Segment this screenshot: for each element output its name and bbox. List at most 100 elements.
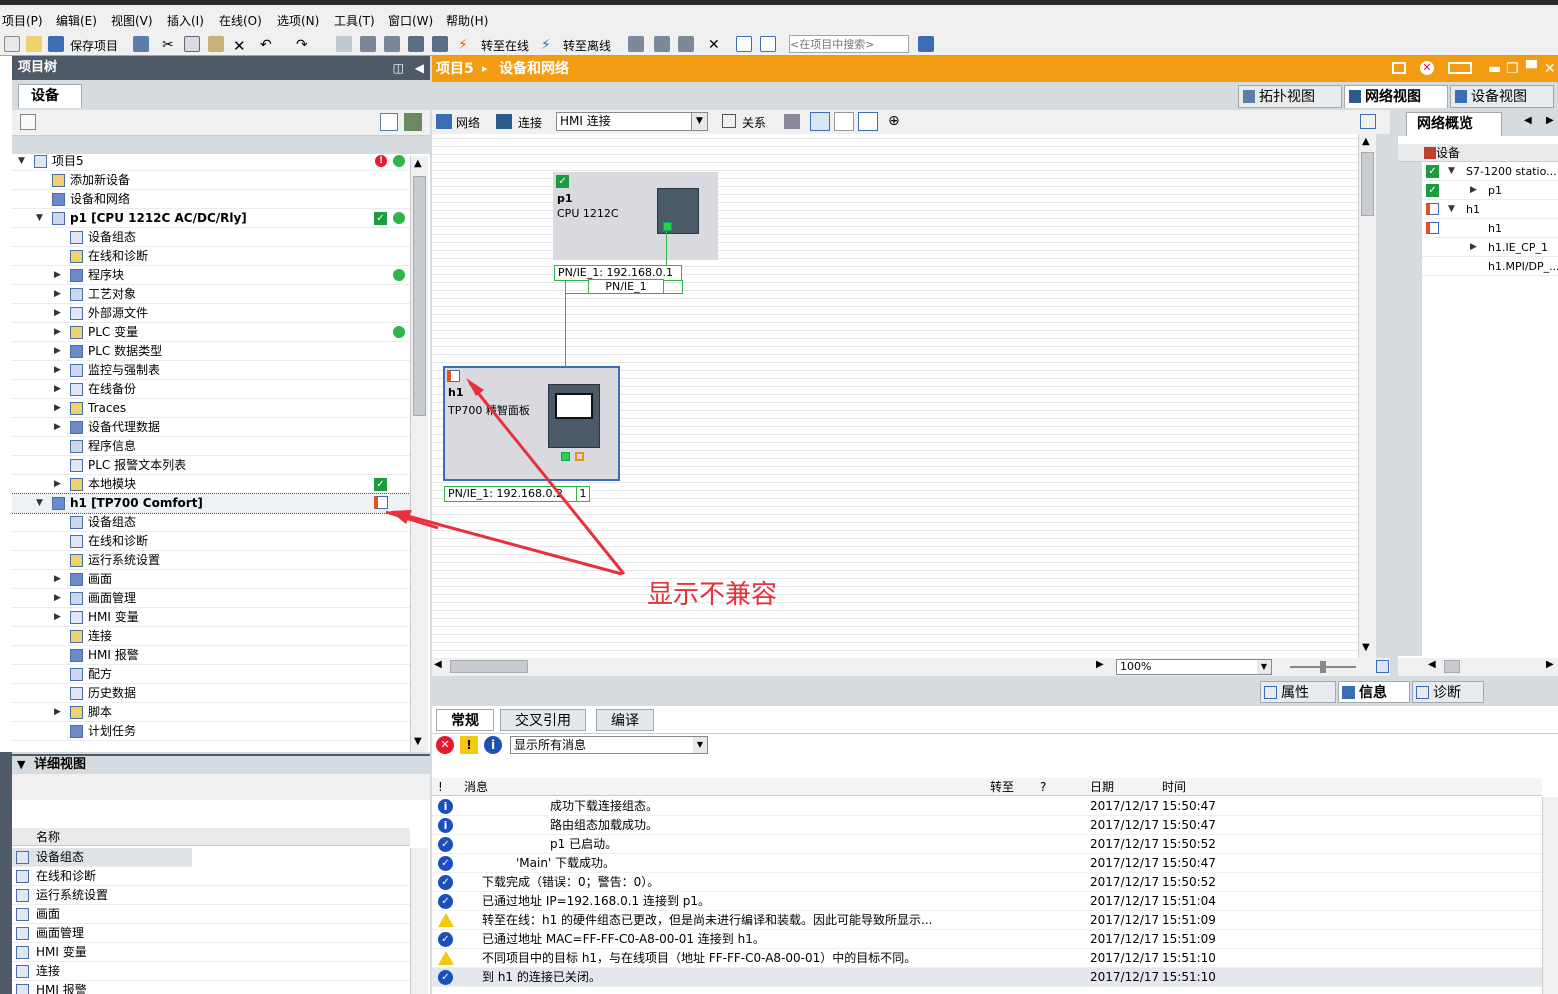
tree-item[interactable]: ▶ 本地模块 [12,475,410,494]
col-help[interactable]: ? [1040,778,1046,796]
subtab-cross-ref[interactable]: 交叉引用 [500,709,586,731]
overview-icon[interactable] [380,113,398,131]
chevron-down-icon[interactable]: ▼ [691,113,707,130]
chevron-right-icon[interactable]: ▶ [54,323,61,342]
detail-list-item[interactable]: 在线和诊断 [12,867,410,886]
tree-scrollbar[interactable]: ▲ ▼ [410,156,428,752]
relations-button[interactable]: 关系 [742,114,766,131]
connection-mode-icon[interactable] [496,114,512,129]
tab-topology-view[interactable]: 拓扑视图 [1238,85,1342,108]
tree-item[interactable]: 设备组态 [12,513,410,532]
new-project-icon[interactable] [4,36,20,52]
breadcrumb-project[interactable]: 项目5 [436,56,474,82]
relations-icon[interactable] [722,114,736,128]
tree-item[interactable]: 配方 [12,665,410,684]
scroll-up-icon[interactable]: ▲ [1362,136,1370,147]
zoom-icon[interactable]: ⊕ [888,113,900,129]
go-offline-button[interactable]: 转至离线 [563,37,611,54]
minimize-icon[interactable]: ▬ [1488,56,1501,82]
paste-icon[interactable] [208,36,224,52]
float-window-icon[interactable] [1392,62,1406,74]
download-icon[interactable] [360,36,376,52]
col-goto[interactable]: 转至 [990,778,1014,796]
split-vertical-icon[interactable] [760,36,776,52]
tree-item[interactable]: 在线和诊断 [12,532,410,551]
message-row[interactable]: ✓ 到 h1 的连接已关闭。 2017/12/17 15:51:10 [432,968,1542,987]
network-button[interactable]: 网络 [456,114,480,131]
tree-item[interactable]: 计划任务 [12,722,410,741]
save-icon[interactable] [48,36,64,52]
tab-network-view[interactable]: 网络视图 [1344,85,1448,108]
zoom-select[interactable]: 100% ▼ [1116,659,1272,675]
split-horizontal-icon[interactable] [736,36,752,52]
chevron-down-icon[interactable]: ▼ [36,494,43,513]
tree-item[interactable]: ▶ PLC 数据类型 [12,342,410,361]
page-break-icon[interactable] [858,112,878,131]
overview-hscroll[interactable]: ◀ ▶ [1398,658,1558,676]
detail-list-item[interactable]: HMI 报警 [12,981,410,994]
maximize-tree-icon[interactable] [404,113,422,131]
project-search-input[interactable] [789,35,909,53]
cut-icon[interactable]: ✂ [162,37,174,53]
chevron-right-icon[interactable]: ▶ [54,399,61,418]
overview-item[interactable]: ▼ h1 [1398,200,1558,219]
chevron-down-icon[interactable]: ▼ [1448,200,1455,219]
menu-tools[interactable]: 工具(T) [334,12,375,29]
tree-item[interactable]: 添加新设备 [12,171,410,190]
copy-icon[interactable] [184,36,200,52]
tab-scroll-right-icon[interactable]: ▶ [1546,115,1554,126]
col-time[interactable]: 时间 [1162,778,1186,796]
cross-ref-icon[interactable] [654,36,670,52]
chevron-right-icon[interactable]: ▶ [54,418,61,437]
tree-item[interactable]: 历史数据 [12,684,410,703]
message-row[interactable]: 不同项目中的目标 h1，与在线项目（地址 FF-FF-C0-A8-00-01）中… [432,949,1542,968]
go-online-icon[interactable]: ⚡ [458,37,468,53]
go-offline-icon[interactable]: ⚡ [541,37,551,53]
col-date[interactable]: 日期 [1090,778,1114,796]
tree-item[interactable]: 连接 [12,627,410,646]
chevron-down-icon[interactable]: ▼ [36,209,43,228]
table-toggle-icon[interactable] [1360,114,1376,129]
detail-view-header[interactable]: ▼ 详细视图 [12,754,430,774]
error-filter-icon[interactable]: ✕ [436,736,454,754]
chevron-down-icon[interactable]: ▼ [18,152,25,171]
delete-icon[interactable]: ✕ [233,37,246,55]
chevron-right-icon[interactable]: ▶ [54,589,61,608]
subtab-compile[interactable]: 编译 [596,709,654,731]
tab-properties[interactable]: 属性 [1260,681,1336,703]
info-filter-icon[interactable]: i [484,736,502,754]
tab-network-overview[interactable]: 网络概览 [1406,112,1502,136]
fit-view-icon[interactable] [1376,660,1389,673]
chevron-right-icon[interactable]: ▶ [54,475,61,494]
tree-item[interactable]: ▶ 画面管理 [12,589,410,608]
chevron-down-icon[interactable]: ▼ [1257,660,1271,674]
warning-filter-icon[interactable]: ! [460,736,478,754]
tree-item[interactable]: HMI 报警 [12,646,410,665]
message-scrollbar[interactable] [1542,797,1558,994]
grid-icon[interactable] [834,112,854,131]
chevron-right-icon[interactable]: ▶ [54,342,61,361]
collapse-icon[interactable]: ◀ [415,56,424,80]
chevron-down-icon[interactable]: ▼ [693,737,707,753]
hscroll-thumb[interactable] [450,660,528,673]
chevron-right-icon[interactable]: ▶ [54,285,61,304]
network-mode-icon[interactable] [436,114,452,129]
chevron-right-icon[interactable]: ▶ [54,304,61,323]
detail-list-item[interactable]: HMI 变量 [12,943,410,962]
start-cpu-icon[interactable] [432,36,448,52]
show-address-icon[interactable] [810,112,830,131]
canvas-scroll-thumb[interactable] [1361,152,1374,216]
chevron-right-icon[interactable]: ▶ [54,703,61,722]
scroll-left-icon[interactable]: ◀ [1428,659,1436,670]
connection-type-select[interactable]: HMI 连接 ▼ [556,112,708,131]
col-message[interactable]: 消息 [464,778,488,796]
scroll-right-icon[interactable]: ▶ [1546,659,1554,670]
connect-button[interactable]: 连接 [518,114,542,131]
message-filter-select[interactable]: 显示所有消息 ▼ [510,736,708,754]
tree-item[interactable]: ▼ 项目5 [12,152,410,171]
ov-hscroll-thumb[interactable] [1444,660,1460,673]
overview-item[interactable]: h1.MPI/DP_... [1398,257,1558,276]
print-icon[interactable] [133,36,149,52]
redo-icon[interactable]: ↷ [296,37,308,53]
menu-help[interactable]: 帮助(H) [446,12,488,29]
